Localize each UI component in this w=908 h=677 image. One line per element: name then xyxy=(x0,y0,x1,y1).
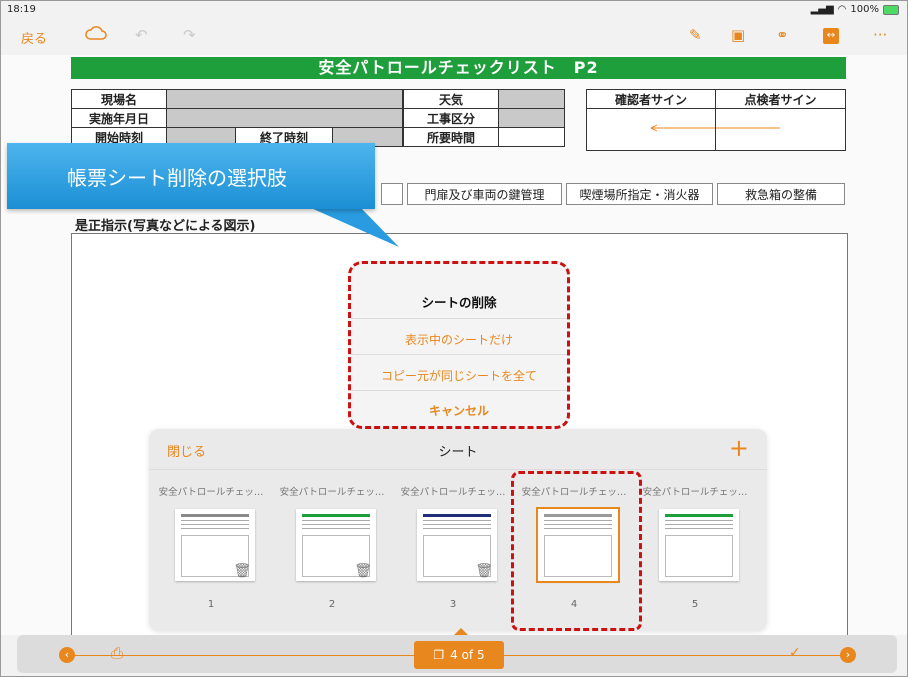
action-sheet-title: シートの削除 xyxy=(421,295,497,310)
cancel-button[interactable]: キャンセル xyxy=(351,402,567,419)
thumb-preview xyxy=(659,509,739,581)
image-icon[interactable]: ▣ xyxy=(731,26,745,44)
label-site-name: 現場名 xyxy=(71,89,167,109)
status-time: 18:19 xyxy=(7,4,36,15)
separator xyxy=(351,390,567,391)
wifi-icon: ◠ xyxy=(837,4,847,15)
pen-icon[interactable]: ✎ xyxy=(689,26,702,44)
sheet-thumb-1[interactable]: 安全パトロールチェッ… 🗑 1 xyxy=(155,479,267,610)
trash-icon[interactable]: 🗑 xyxy=(475,563,493,579)
save-icon[interactable]: ⎙ xyxy=(111,644,123,662)
field-date[interactable] xyxy=(166,108,403,128)
thumb-band xyxy=(302,514,370,517)
label-confirmer-sign: 確認者サイン xyxy=(586,89,716,109)
trash-icon[interactable]: 🗑 xyxy=(233,563,251,579)
selected-sheet-highlight xyxy=(511,471,642,631)
thumb-label: 安全パトロールチェッ… xyxy=(158,487,264,498)
label-weather: 天気 xyxy=(403,89,499,109)
thumb-band xyxy=(423,514,491,517)
label-date: 実施年月日 xyxy=(71,108,167,128)
undo-icon[interactable]: ↶ xyxy=(135,26,148,44)
correction-label: 是正指示(写真などによる図示) xyxy=(75,219,256,234)
status-right: ▂▄▆ ◠ 100% xyxy=(811,4,899,15)
thumb-preview: 🗑 xyxy=(175,509,255,581)
delete-action-sheet: シートの削除 表示中のシートだけ コピー元が同じシートを全て キャンセル xyxy=(348,261,570,429)
redo-icon[interactable]: ↷ xyxy=(183,26,196,44)
thumb-number: 1 xyxy=(207,599,215,610)
battery-icon xyxy=(883,4,899,15)
sheet-thumb-3[interactable]: 安全パトロールチェッ… 🗑 3 xyxy=(397,479,509,610)
app-window: 18:19 ▂▄▆ ◠ 100% 戻る ↶ ↷ ✎ ▣ ⚭ ↔ ··· 安全パト… xyxy=(0,0,908,677)
check-item-gate[interactable]: 門扉及び車両の鍵管理 xyxy=(407,183,562,205)
battery-text: 100% xyxy=(850,4,879,15)
label-duration: 所要時間 xyxy=(403,127,499,147)
delete-current-only-button[interactable]: 表示中のシートだけ xyxy=(351,331,567,348)
thumb-preview: 🗑 xyxy=(417,509,497,581)
thumb-preview: 🗑 xyxy=(296,509,376,581)
delete-all-same-source-button[interactable]: コピー元が同じシートを全て xyxy=(351,367,567,384)
page-switcher-button[interactable]: ❐ 4 of 5 xyxy=(414,641,504,669)
next-page-icon[interactable]: › xyxy=(840,647,856,663)
check-item-firstaid[interactable]: 救急箱の整備 xyxy=(717,183,845,205)
thumb-label: 安全パトロールチェッ… xyxy=(400,487,506,498)
thumb-number: 5 xyxy=(691,599,699,610)
field-confirmer-sign[interactable] xyxy=(586,108,716,151)
sheet-thumb-2[interactable]: 安全パトロールチェッ… 🗑 2 xyxy=(276,479,388,610)
copy-arrow xyxy=(650,124,715,132)
thumb-number: 2 xyxy=(328,599,336,610)
sheets-panel: 閉じる シート + 安全パトロールチェッ… 🗑 1 安全パトロールチェッ… 🗑 … xyxy=(149,429,767,631)
prev-page-icon[interactable]: ‹ xyxy=(59,647,75,663)
field-weather[interactable] xyxy=(498,89,565,109)
field-inspector-sign[interactable] xyxy=(715,108,846,151)
thumb-band xyxy=(181,514,249,517)
page-indicator: 4 of 5 xyxy=(450,648,485,662)
bottom-bar: ‹ ⎙ ❐ 4 of 5 ✓ › xyxy=(17,628,897,673)
more-icon[interactable]: ··· xyxy=(873,26,887,44)
check-item-smoking[interactable]: 喫煙場所指定・消火器 xyxy=(566,183,713,205)
separator xyxy=(351,318,567,319)
fit-icon[interactable]: ↔ xyxy=(823,28,839,44)
link-icon[interactable]: ⚭ xyxy=(776,26,789,44)
add-sheet-button[interactable]: + xyxy=(729,434,749,462)
cloud-icon[interactable] xyxy=(85,25,107,45)
callout-label: 帳票シート削除の選択肢 xyxy=(7,143,375,209)
field-duration[interactable] xyxy=(498,127,565,147)
trash-icon[interactable]: 🗑 xyxy=(354,563,372,579)
field-site-name[interactable] xyxy=(166,89,403,109)
sheet-title: 安全パトロールチェックリスト P2 xyxy=(71,57,846,79)
panel-header: 閉じる シート + xyxy=(149,429,767,470)
pages-icon: ❐ xyxy=(433,648,445,662)
back-button[interactable]: 戻る xyxy=(21,28,47,47)
label-inspector-sign: 点検者サイン xyxy=(715,89,846,109)
thumb-band xyxy=(665,514,733,517)
pager-notch xyxy=(454,628,468,635)
thumb-label: 安全パトロールチェッ… xyxy=(642,487,748,498)
field-work-type[interactable] xyxy=(498,108,565,128)
panel-title: シート xyxy=(438,445,478,460)
label-work-type: 工事区分 xyxy=(403,108,499,128)
toolbar: 戻る ↶ ↷ ✎ ▣ ⚭ ↔ ··· xyxy=(1,19,907,55)
separator xyxy=(351,354,567,355)
thumb-label: 安全パトロールチェッ… xyxy=(279,487,385,498)
thumb-number: 3 xyxy=(449,599,457,610)
signal-icon: ▂▄▆ xyxy=(810,4,834,15)
check-item-stub[interactable] xyxy=(381,183,403,205)
sheet-thumb-5[interactable]: 安全パトロールチェッ… 5 xyxy=(639,479,751,610)
status-bar: 18:19 ▂▄▆ ◠ 100% xyxy=(1,1,907,19)
check-icon[interactable]: ✓ xyxy=(789,645,801,661)
